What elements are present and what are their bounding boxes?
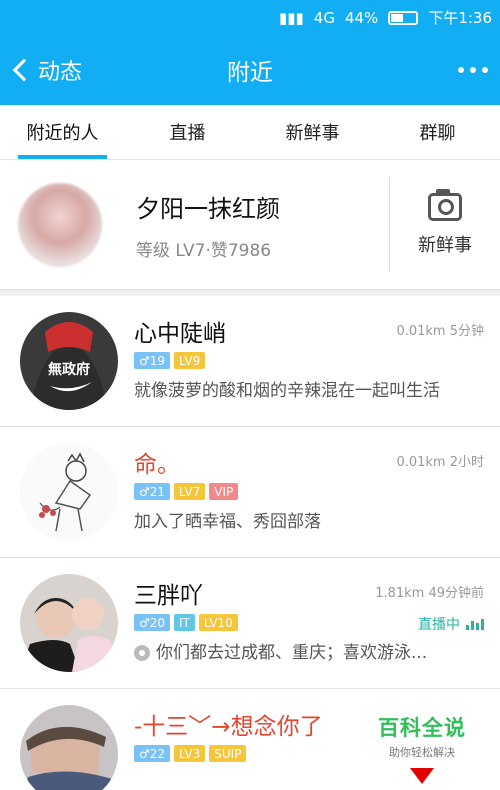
avatar[interactable] <box>18 182 102 267</box>
item-content: 三胖吖 1.81km 49分钟前 ♂20 IT LV10 直播中 你们都去过成都… <box>134 574 500 672</box>
suip-badge: SUIP <box>209 745 247 762</box>
avatar[interactable] <box>20 705 118 790</box>
my-name: 夕阳一抹红颜 <box>136 194 280 223</box>
news-label: 新鲜事 <box>418 234 472 256</box>
badges: ♂20 IT LV10 <box>134 614 238 631</box>
camera-icon <box>428 188 462 221</box>
dot-icon <box>458 67 464 73</box>
signature: 就像菠萝的酸和烟的辛辣混在一起叫生活 <box>134 381 440 401</box>
news-button[interactable]: 新鲜事 <box>390 188 500 257</box>
tab-live[interactable]: 直播 <box>125 105 250 159</box>
svg-text:無政府: 無政府 <box>48 361 90 378</box>
battery-percent: 44% <box>344 8 379 27</box>
level-badge: LV3 <box>174 745 206 762</box>
tag-badge: IT <box>174 614 195 631</box>
list-item[interactable]: 三胖吖 1.81km 49分钟前 ♂20 IT LV10 直播中 你们都去过成都… <box>0 558 500 689</box>
live-label: 直播中 <box>418 617 460 633</box>
gender-age-badge: ♂19 <box>134 352 171 369</box>
my-profile-card[interactable]: 夕阳一抹红颜 等级 LV7·赞7986 新鲜事 <box>0 160 500 290</box>
location-icon <box>134 645 150 661</box>
signature-text: 你们都去过成都、重庆；喜欢游泳... <box>156 643 428 663</box>
dot-icon <box>470 67 476 73</box>
signal-icon: ▮▮▮ <box>279 8 304 27</box>
user-name: 命。 <box>134 452 180 478</box>
dot-icon <box>482 67 488 73</box>
user-name: 三胖吖 <box>134 583 203 609</box>
clock: 下午1:36 <box>428 9 492 27</box>
avatar[interactable] <box>20 574 118 672</box>
gender-age-badge: ♂22 <box>134 745 171 762</box>
tab-group-chat[interactable]: 群聊 <box>375 105 500 159</box>
avatar[interactable]: 無政府 <box>20 312 118 410</box>
live-bars-icon <box>466 618 484 630</box>
signature: 你们都去过成都、重庆；喜欢游泳... <box>134 638 427 663</box>
list-item[interactable]: 命。 0.01km 2小时 ♂21 LV7 VIP 加入了晒幸福、秀囧部落 <box>0 427 500 558</box>
item-content: 命。 0.01km 2小时 ♂21 LV7 VIP 加入了晒幸福、秀囧部落 <box>134 443 500 541</box>
more-button[interactable] <box>458 35 488 105</box>
user-name: 心中陡峭 <box>134 321 226 347</box>
gender-age-badge: ♂21 <box>134 483 171 500</box>
status-bar: ▮▮▮ 4G 44% 下午1:36 <box>0 0 500 35</box>
gender-age-badge: ♂20 <box>134 614 171 631</box>
watermark-subtitle: 助你轻松解决 <box>389 746 455 759</box>
watermark: 百科全说 助你轻松解决 <box>378 712 466 784</box>
level-badge: LV9 <box>174 352 206 369</box>
level-badge: LV7 <box>174 483 206 500</box>
distance-time: 0.01km 2小时 <box>396 455 484 470</box>
tab-news[interactable]: 新鲜事 <box>250 105 375 159</box>
list-item[interactable]: 無政府 心中陡峭 0.01km 5分钟 ♂19 LV9 就像菠萝的酸和烟的辛辣混… <box>0 296 500 427</box>
battery-icon <box>388 10 419 25</box>
level-badge: LV10 <box>198 614 238 631</box>
my-info: 夕阳一抹红颜 等级 LV7·赞7986 <box>136 189 389 261</box>
item-content: 心中陡峭 0.01km 5分钟 ♂19 LV9 就像菠萝的酸和烟的辛辣混在一起叫… <box>134 312 500 410</box>
badges: ♂21 LV7 VIP <box>134 483 239 500</box>
network-indicator: 4G <box>313 8 335 27</box>
distance-time: 0.01km 5分钟 <box>396 324 484 339</box>
live-indicator[interactable]: 直播中 <box>418 614 484 634</box>
tab-bar: 附近的人 直播 新鲜事 群聊 <box>0 105 500 160</box>
watermark-title: 百科全说 <box>378 716 466 740</box>
tab-nearby-people[interactable]: 附近的人 <box>0 105 125 159</box>
my-level: 等级 LV7·赞7986 <box>136 240 272 261</box>
vip-badge: VIP <box>209 483 239 500</box>
avatar[interactable] <box>20 443 118 541</box>
arrow-down-icon <box>410 768 434 784</box>
nav-bar: 动态 附近 <box>0 35 500 105</box>
distance-time: 1.81km 49分钟前 <box>375 586 484 601</box>
badges: ♂22 LV3 SUIP <box>134 745 247 762</box>
signature: 加入了晒幸福、秀囧部落 <box>134 512 321 532</box>
badges: ♂19 LV9 <box>134 352 206 369</box>
user-name: -十三﹀→想念你了 <box>134 714 323 740</box>
page-title: 附近 <box>227 60 273 86</box>
